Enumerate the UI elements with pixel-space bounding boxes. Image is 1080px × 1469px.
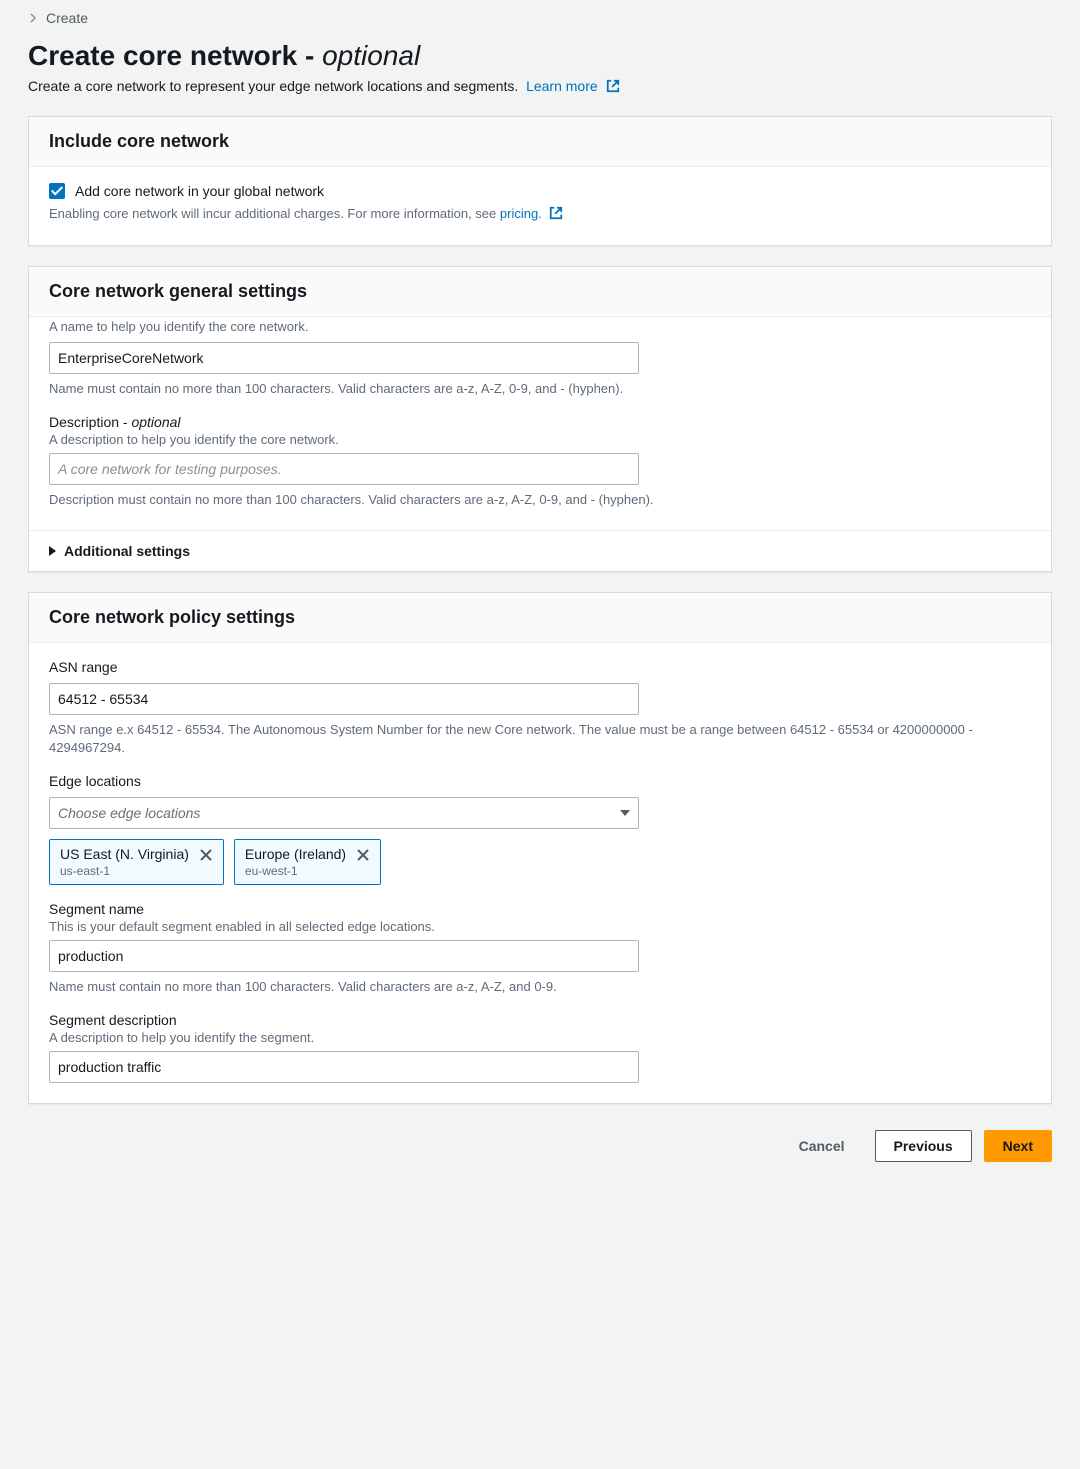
description-label: Description - optional bbox=[49, 414, 1031, 430]
description-input[interactable] bbox=[49, 453, 639, 485]
additional-settings-toggle[interactable]: Additional settings bbox=[29, 530, 1051, 571]
edge-token-sub: us-east-1 bbox=[60, 864, 189, 878]
checkbox-checked-icon bbox=[49, 183, 65, 199]
add-core-network-label: Add core network in your global network bbox=[75, 183, 324, 199]
name-help-truncated: A name to help you identify the core net… bbox=[49, 319, 1031, 334]
description-constraint: Description must contain no more than 10… bbox=[49, 491, 1031, 509]
general-settings-panel: Core network general settings A name to … bbox=[28, 266, 1052, 571]
edge-locations-placeholder: Choose edge locations bbox=[58, 805, 200, 821]
edge-token-us-east-1: US East (N. Virginia) us-east-1 bbox=[49, 839, 224, 885]
segment-name-constraint: Name must contain no more than 100 chara… bbox=[49, 978, 1031, 996]
breadcrumb: Create bbox=[28, 0, 1052, 32]
edge-token-label: Europe (Ireland) bbox=[245, 846, 346, 862]
previous-button[interactable]: Previous bbox=[875, 1130, 972, 1162]
include-heading: Include core network bbox=[49, 131, 1031, 152]
pricing-link-label: pricing. bbox=[500, 206, 542, 221]
panel-header-include: Include core network bbox=[29, 117, 1051, 167]
segment-desc-input[interactable] bbox=[49, 1051, 639, 1083]
description-help: A description to help you identify the c… bbox=[49, 432, 1031, 447]
segment-name-help: This is your default segment enabled in … bbox=[49, 919, 1031, 934]
page-subtitle: Create a core network to represent your … bbox=[28, 78, 1052, 96]
cancel-button[interactable]: Cancel bbox=[781, 1130, 863, 1162]
name-constraint: Name must contain no more than 100 chara… bbox=[49, 380, 1031, 398]
remove-token-button[interactable] bbox=[356, 848, 370, 864]
chevron-right-icon bbox=[28, 10, 38, 26]
pricing-link[interactable]: pricing. bbox=[500, 206, 542, 221]
panel-header-policy: Core network policy settings bbox=[29, 593, 1051, 643]
segment-name-label: Segment name bbox=[49, 901, 1031, 917]
page-title-main: Create core network - bbox=[28, 40, 322, 71]
edge-token-label: US East (N. Virginia) bbox=[60, 846, 189, 862]
segment-name-input[interactable] bbox=[49, 940, 639, 972]
edge-location-tokens: US East (N. Virginia) us-east-1 Europe (… bbox=[49, 839, 1031, 885]
edge-locations-label: Edge locations bbox=[49, 773, 1031, 789]
panel-header-general: Core network general settings bbox=[29, 267, 1051, 317]
asn-constraint: ASN range e.x 64512 - 65534. The Autonom… bbox=[49, 721, 1031, 757]
core-network-name-input[interactable] bbox=[49, 342, 639, 374]
include-hint-text: Enabling core network will incur additio… bbox=[49, 206, 500, 221]
page-title: Create core network - optional bbox=[28, 40, 1052, 72]
footer-actions: Cancel Previous Next bbox=[28, 1130, 1052, 1162]
additional-settings-label: Additional settings bbox=[64, 543, 190, 559]
page-title-optional: optional bbox=[322, 40, 420, 71]
breadcrumb-current[interactable]: Create bbox=[46, 10, 88, 26]
external-link-icon bbox=[606, 79, 620, 96]
description-label-text: Description - bbox=[49, 414, 131, 430]
general-heading: Core network general settings bbox=[49, 281, 1031, 302]
segment-desc-help: A description to help you identify the s… bbox=[49, 1030, 1031, 1045]
page-subtitle-text: Create a core network to represent your … bbox=[28, 78, 518, 94]
caret-down-icon bbox=[620, 810, 630, 816]
learn-more-link[interactable]: Learn more bbox=[526, 78, 619, 94]
include-core-network-panel: Include core network Add core network in… bbox=[28, 116, 1052, 246]
add-core-network-checkbox[interactable]: Add core network in your global network bbox=[49, 183, 1031, 199]
edge-token-sub: eu-west-1 bbox=[245, 864, 346, 878]
asn-range-label: ASN range bbox=[49, 659, 1031, 675]
policy-settings-panel: Core network policy settings ASN range A… bbox=[28, 592, 1052, 1105]
next-button[interactable]: Next bbox=[984, 1130, 1052, 1162]
learn-more-label: Learn more bbox=[526, 78, 598, 94]
segment-desc-label: Segment description bbox=[49, 1012, 1031, 1028]
asn-range-input[interactable] bbox=[49, 683, 639, 715]
caret-right-icon bbox=[49, 546, 56, 556]
description-label-optional: optional bbox=[131, 414, 180, 430]
external-link-icon bbox=[549, 206, 563, 225]
include-hint: Enabling core network will incur additio… bbox=[49, 205, 1031, 225]
remove-token-button[interactable] bbox=[199, 848, 213, 864]
edge-token-eu-west-1: Europe (Ireland) eu-west-1 bbox=[234, 839, 381, 885]
edge-locations-select[interactable]: Choose edge locations bbox=[49, 797, 639, 829]
policy-heading: Core network policy settings bbox=[49, 607, 1031, 628]
